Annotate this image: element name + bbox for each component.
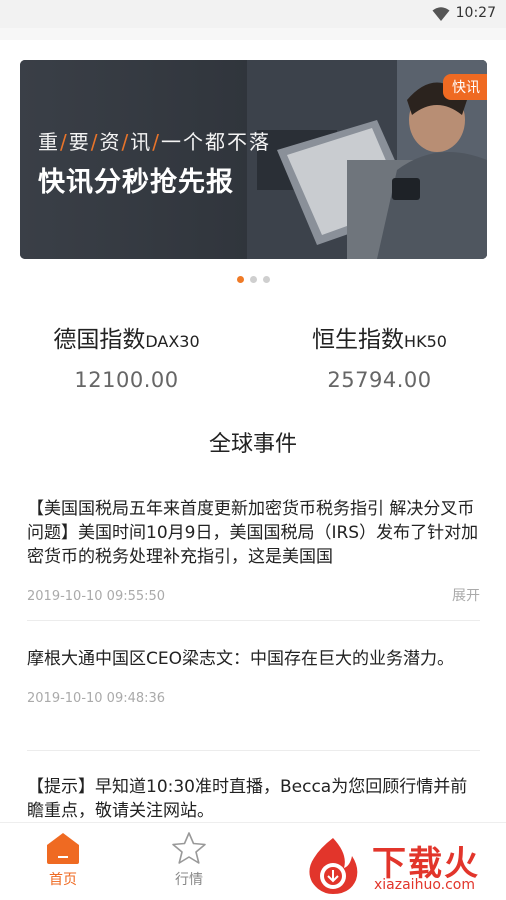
index-card-dax[interactable]: 德国指数DAX30 12100.00 — [0, 320, 253, 392]
carousel-dot[interactable] — [236, 276, 244, 283]
carousel-dot[interactable] — [262, 276, 270, 283]
tab-label: 首页 — [49, 872, 77, 888]
banner-slogan: 快讯分秒抢先报 — [38, 167, 234, 198]
carousel-dot[interactable] — [249, 276, 257, 283]
banner-headline: 重/要/资/讯/一个都不落 — [38, 130, 271, 154]
banner-tag: 快讯 — [443, 74, 487, 100]
news-time: 2019-10-10 09:55:50 — [27, 589, 166, 604]
wifi-icon — [432, 7, 450, 21]
news-text: 摩根大通中国区CEO梁志文：中国存在巨大的业务潜力。 — [27, 649, 454, 669]
news-item[interactable]: 摩根大通中国区CEO梁志文：中国存在巨大的业务潜力。 2019-10-10 09… — [27, 647, 480, 751]
index-name: 恒生指数HK50 — [312, 327, 447, 353]
news-time: 2019-10-10 09:48:36 — [27, 691, 166, 706]
index-value: 25794.00 — [327, 368, 432, 392]
carousel-indicator[interactable] — [0, 276, 506, 283]
tab-market[interactable]: 行情 — [149, 831, 229, 889]
news-text: 【美国国税局五年来首度更新加密货币税务指引 解决分叉币问题】美国时间10月9日，… — [27, 499, 479, 567]
tab-label: 行情 — [175, 872, 203, 888]
watermark-url: xiazaihuo.com — [374, 877, 475, 893]
status-bar: 10:27 — [0, 0, 506, 28]
index-card-hk50[interactable]: 恒生指数HK50 25794.00 — [253, 320, 506, 392]
expand-link[interactable]: 展开 — [452, 585, 480, 605]
watermark-logo: 下载火 xiazaihuo.com — [300, 832, 502, 898]
news-item[interactable]: 【美国国税局五年来首度更新加密货币税务指引 解决分叉币问题】美国时间10月9日，… — [27, 497, 480, 621]
index-value: 12100.00 — [74, 368, 179, 392]
home-icon — [47, 833, 79, 864]
tab-home[interactable]: 首页 — [23, 831, 103, 889]
status-time: 10:27 — [455, 5, 496, 21]
star-icon — [172, 832, 206, 864]
section-title: 全球事件 — [208, 432, 297, 457]
header-divider — [0, 28, 506, 40]
index-name: 德国指数DAX30 — [53, 327, 200, 353]
news-text: 【提示】早知道10:30准时直播，Becca为您回顾行情并前瞻重点，敬请关注网站… — [27, 777, 468, 821]
flame-logo-icon — [309, 838, 358, 894]
promo-banner[interactable]: 重/要/资/讯/一个都不落 快讯分秒抢先报 快讯 — [20, 60, 487, 259]
